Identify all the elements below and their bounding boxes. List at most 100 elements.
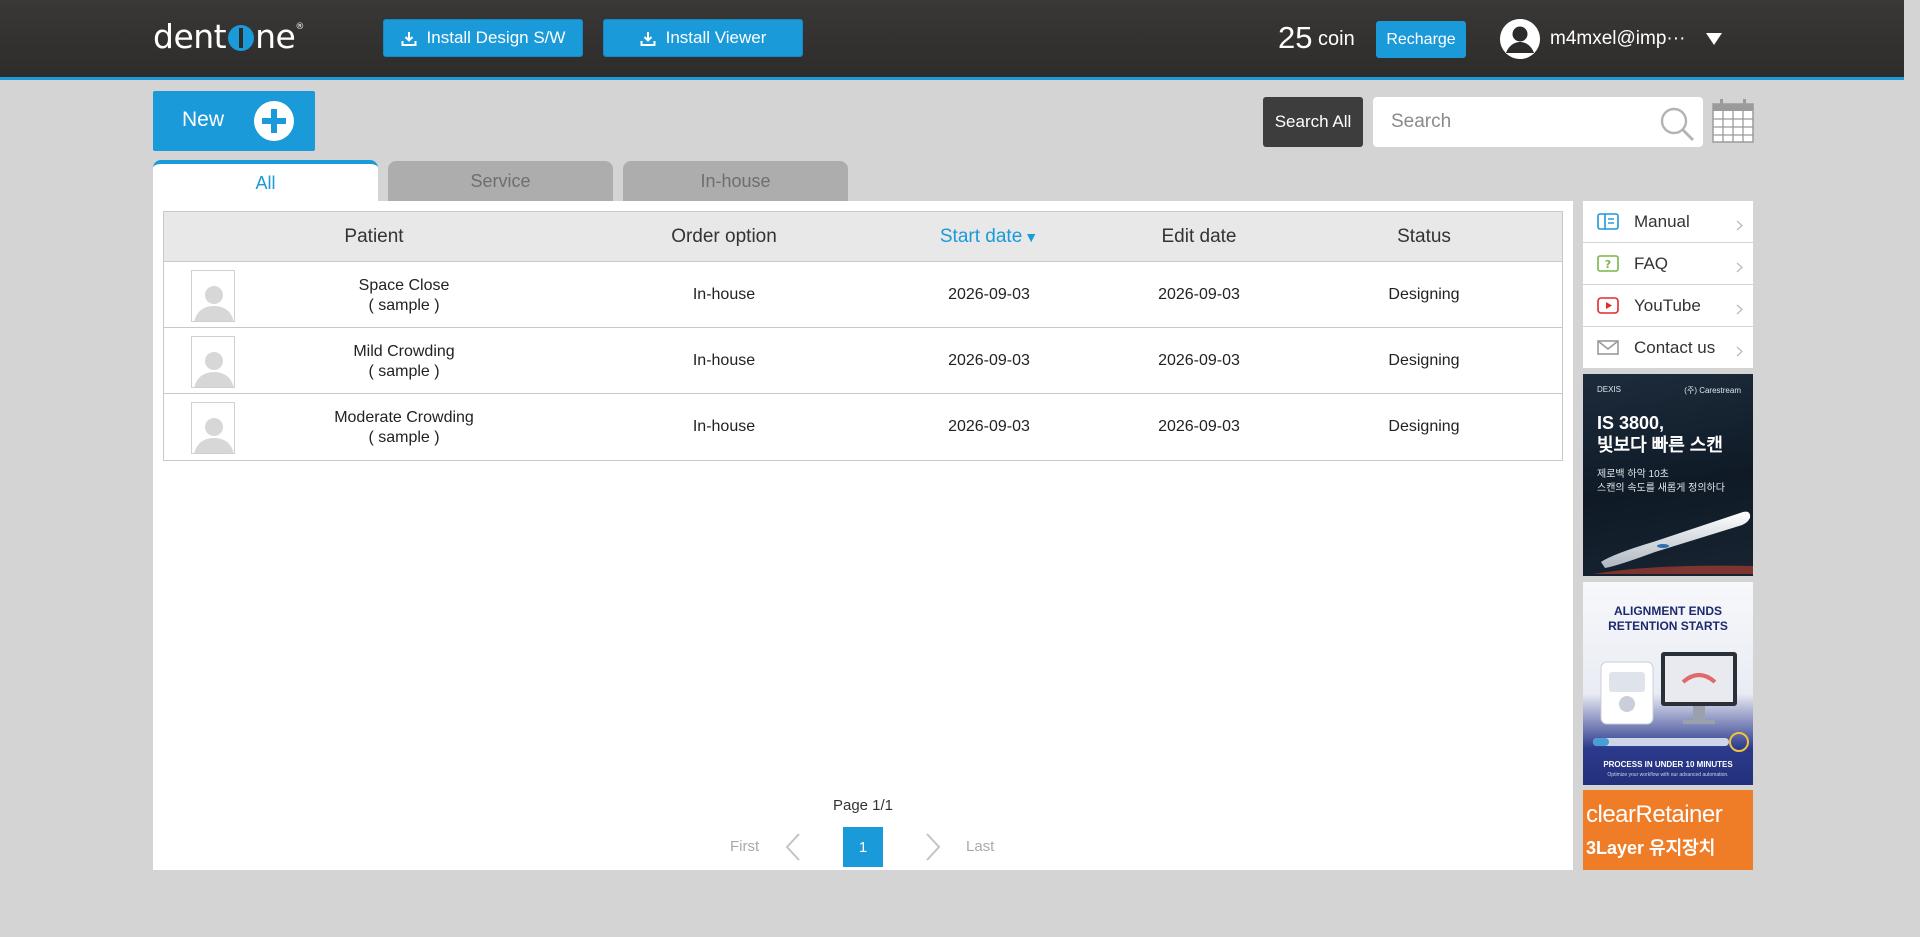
column-header-order-option[interactable]: Order option bbox=[584, 212, 864, 262]
coin-label: coin bbox=[1318, 28, 1355, 50]
order-table: Patient Order option Start date ▼ Edit da… bbox=[163, 211, 1563, 461]
column-header-edit-date[interactable]: Edit date bbox=[1114, 212, 1284, 262]
ad-brand-left: DEXIS bbox=[1597, 385, 1622, 394]
ad-headline: IS 3800, 빛보다 빠른 스캔 bbox=[1597, 412, 1723, 456]
ad-subtext: 제로백 하악 10초 스캔의 속도를 새롭게 정의하다 bbox=[1597, 468, 1725, 496]
page-indicator: Page 1/1 bbox=[832, 797, 894, 814]
ad-footer-title: PROCESS IN UNDER 10 MINUTES bbox=[1603, 760, 1733, 769]
logo-text-left: dent bbox=[153, 17, 227, 56]
patient-name-text: Mild Crowding bbox=[353, 343, 455, 360]
scanner-ad-banner[interactable]: DEXIS (주) Carestream IS 3800, 빛보다 빠른 스캔 제… bbox=[1583, 374, 1753, 576]
sort-down-icon: ▼ bbox=[1024, 229, 1039, 245]
question-icon: ? bbox=[1597, 255, 1619, 272]
ad-product-subtitle: 3Layer 유지장치 bbox=[1586, 838, 1716, 858]
coin-balance: 25 bbox=[1278, 20, 1313, 55]
recharge-button[interactable]: Recharge bbox=[1376, 21, 1466, 58]
chevron-right-icon bbox=[1736, 342, 1743, 357]
new-order-label: New bbox=[182, 108, 225, 131]
chevron-right-icon bbox=[1736, 258, 1743, 273]
user-email[interactable]: m4mxel@imp··· bbox=[1550, 28, 1685, 50]
patient-avatar-icon bbox=[191, 270, 235, 322]
dentone-logo[interactable]: dent ne ® bbox=[153, 17, 304, 56]
search-box bbox=[1373, 97, 1703, 147]
sidebar-item-manual[interactable]: Manual bbox=[1583, 201, 1753, 242]
tab-in-house[interactable]: In-house bbox=[623, 161, 848, 201]
sidebar-item-faq[interactable]: ? FAQ bbox=[1583, 243, 1753, 284]
mail-icon bbox=[1597, 339, 1619, 356]
help-links: Manual ? FAQ YouTube Contact us bbox=[1583, 201, 1753, 369]
ad-headline-line-1: IS 3800, bbox=[1597, 413, 1665, 433]
logo-text-right: ne bbox=[255, 17, 296, 56]
status-cell: Designing bbox=[1388, 352, 1460, 369]
table-row[interactable]: Moderate Crowding ( sample ) In-house 202… bbox=[164, 394, 1562, 460]
status-cell: Designing bbox=[1388, 418, 1460, 435]
order-option-cell: In-house bbox=[692, 286, 756, 303]
top-header: dent ne ® Install Design S/W Install Viewe… bbox=[0, 0, 1904, 80]
sidebar-item-contact-us[interactable]: Contact us bbox=[1583, 327, 1753, 368]
patient-name: Space Close ( sample ) bbox=[304, 276, 504, 316]
chevron-left-icon[interactable] bbox=[783, 832, 803, 862]
youtube-icon bbox=[1597, 297, 1619, 314]
sidebar-item-label: FAQ bbox=[1634, 254, 1669, 273]
process-progress-bar bbox=[1593, 738, 1729, 746]
first-page-link[interactable]: First bbox=[730, 838, 759, 855]
chevron-right-icon bbox=[1736, 300, 1743, 315]
order-option-cell: In-house bbox=[692, 418, 756, 435]
start-date-cell: 2026-09-03 bbox=[948, 286, 1030, 303]
table-header: Patient Order option Start date ▼ Edit da… bbox=[164, 212, 1562, 262]
ad-headline-line-2: RETENTION STARTS bbox=[1608, 619, 1728, 633]
chevron-right-icon[interactable] bbox=[923, 832, 943, 862]
install-design-sw-button[interactable]: Install Design S/W bbox=[383, 19, 583, 57]
edit-date-cell: 2026-09-03 bbox=[1158, 418, 1240, 435]
install-design-sw-label: Install Design S/W bbox=[426, 28, 566, 47]
patient-name: Moderate Crowding ( sample ) bbox=[304, 408, 504, 448]
table-row[interactable]: Mild Crowding ( sample ) In-house 2026-09… bbox=[164, 328, 1562, 394]
timer-dial-icon bbox=[1729, 732, 1749, 752]
page-number-button[interactable]: 1 bbox=[843, 827, 883, 867]
patient-name-text: Space Close bbox=[358, 277, 450, 294]
patient-note-text: ( sample ) bbox=[368, 363, 440, 380]
install-viewer-label: Install Viewer bbox=[665, 28, 767, 47]
new-order-button[interactable]: New bbox=[153, 91, 315, 151]
ad-brand-right: (주) Carestream bbox=[1684, 386, 1741, 395]
search-input[interactable] bbox=[1391, 109, 1641, 135]
patient-avatar-icon bbox=[191, 402, 235, 454]
install-viewer-button[interactable]: Install Viewer bbox=[603, 19, 803, 57]
table-row[interactable]: Space Close ( sample ) In-house 2026-09-0… bbox=[164, 262, 1562, 328]
sidebar-item-youtube[interactable]: YouTube bbox=[1583, 285, 1753, 326]
user-avatar-icon[interactable] bbox=[1500, 19, 1540, 59]
tab-all[interactable]: All bbox=[153, 160, 378, 202]
retainer-process-ad-banner[interactable]: ALIGNMENT ENDS RETENTION STARTS PROCESS I… bbox=[1583, 582, 1753, 785]
search-icon[interactable] bbox=[1658, 105, 1696, 143]
book-icon bbox=[1597, 213, 1619, 230]
patient-note-text: ( sample ) bbox=[368, 297, 440, 314]
column-header-patient[interactable]: Patient bbox=[164, 212, 584, 262]
edit-date-cell: 2026-09-03 bbox=[1158, 286, 1240, 303]
column-header-status[interactable]: Status bbox=[1284, 212, 1564, 262]
start-date-cell: 2026-09-03 bbox=[948, 418, 1030, 435]
search-all-button[interactable]: Search All bbox=[1263, 97, 1363, 147]
user-menu-caret-icon[interactable] bbox=[1706, 33, 1722, 45]
download-icon bbox=[401, 31, 417, 46]
ad-brand-title: clearRetainer bbox=[1586, 801, 1723, 828]
sidebar-item-label: Manual bbox=[1634, 212, 1690, 231]
patient-avatar-icon bbox=[191, 336, 235, 388]
column-header-start-date[interactable]: Start date ▼ bbox=[864, 212, 1114, 262]
patient-name-text: Moderate Crowding bbox=[334, 409, 474, 426]
start-date-label: Start date bbox=[939, 226, 1023, 247]
registered-mark: ® bbox=[295, 21, 304, 32]
start-date-cell: 2026-09-03 bbox=[948, 352, 1030, 369]
download-icon bbox=[640, 31, 656, 46]
calendar-icon[interactable] bbox=[1712, 98, 1754, 144]
tab-service[interactable]: Service bbox=[388, 161, 613, 201]
patient-note-text: ( sample ) bbox=[368, 429, 440, 446]
order-list-panel: Patient Order option Start date ▼ Edit da… bbox=[153, 201, 1573, 870]
progress-bar-fill bbox=[1593, 738, 1610, 746]
last-page-link[interactable]: Last bbox=[966, 838, 994, 855]
intraoral-scanner-image bbox=[1593, 494, 1753, 574]
ad-sub-line-1: 제로백 하악 10초 bbox=[1597, 469, 1669, 480]
ad-headline: ALIGNMENT ENDS RETENTION STARTS bbox=[1583, 604, 1753, 634]
clear-retainer-ad-banner[interactable]: clearRetainer 3Layer 유지장치 bbox=[1583, 790, 1753, 870]
logo-o-mark bbox=[228, 24, 255, 51]
plus-circle-icon bbox=[254, 101, 294, 141]
